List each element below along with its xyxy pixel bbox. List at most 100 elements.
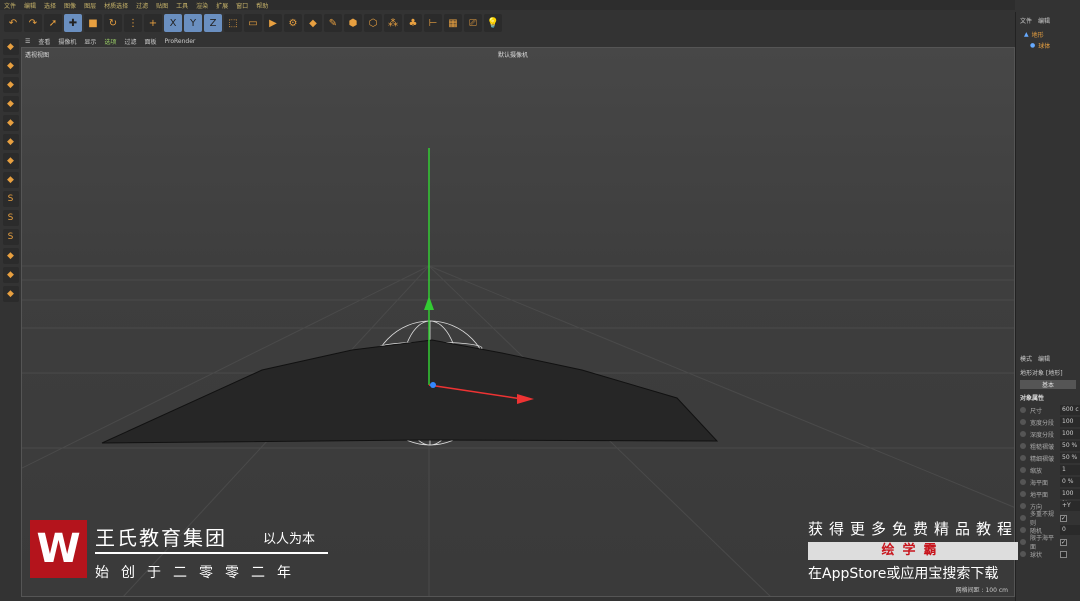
texture-mode-icon[interactable]: ◆ (2, 77, 19, 93)
move-icon[interactable]: ✚ (64, 14, 82, 32)
light-icon[interactable]: 💡 (484, 14, 502, 32)
scene-canvas[interactable] (22, 48, 1015, 597)
animate-dot-icon[interactable] (1020, 455, 1026, 461)
brand-name: 王氏教育集团 (95, 526, 227, 550)
attr-label: 缩放 (1030, 467, 1043, 475)
viewport[interactable]: 透视视图 默认摄像机 网格间距 : 100 cm (21, 47, 1015, 597)
attr-value-input[interactable]: 0 % (1060, 477, 1080, 487)
viewport-menu-item[interactable]: 过滤 (124, 37, 136, 46)
solo-icon[interactable]: S (2, 191, 19, 207)
make-editable-icon[interactable]: ◆ (2, 39, 19, 55)
menu-item[interactable]: 编辑 (24, 1, 36, 10)
live-select-icon[interactable]: ➚ (44, 14, 62, 32)
attr-label: 海平面 (1030, 479, 1049, 487)
attr-checkbox[interactable]: ✓ (1060, 538, 1067, 546)
menu-item[interactable]: 扩展 (216, 1, 228, 10)
animate-dot-icon[interactable] (1020, 503, 1026, 509)
mograph-icon[interactable]: ♣ (404, 14, 422, 32)
viewport-menu-item[interactable]: 摄像机 (58, 37, 76, 46)
scale-icon[interactable]: ■ (84, 14, 102, 32)
object-item-landscape[interactable]: ▲ 地形 (1016, 29, 1080, 40)
attr-row: 尺寸 600 c (1016, 404, 1080, 416)
cube-icon[interactable]: ◆ (304, 14, 322, 32)
animate-dot-icon[interactable] (1020, 491, 1026, 497)
menu-item[interactable]: 选择 (44, 1, 56, 10)
rotate-icon[interactable]: ↻ (104, 14, 122, 32)
array-icon[interactable]: ⬡ (364, 14, 382, 32)
z-axis-icon[interactable]: Z (204, 14, 222, 32)
world-coord-icon[interactable]: ⬚ (224, 14, 242, 32)
menu-edit[interactable]: 编辑 (1038, 354, 1050, 363)
attr-checkbox[interactable]: ✓ (1060, 514, 1067, 522)
polygons-mode-icon[interactable]: ◆ (2, 153, 19, 169)
section-title: 对象属性 (1020, 395, 1045, 402)
workplane-icon[interactable]: ◆ (2, 96, 19, 112)
animate-dot-icon[interactable] (1020, 467, 1026, 473)
animate-dot-icon[interactable] (1020, 419, 1026, 425)
menu-item[interactable]: 渲染 (196, 1, 208, 10)
render-picture-viewer-icon[interactable]: ▶ (264, 14, 282, 32)
animate-dot-icon[interactable] (1020, 431, 1026, 437)
attr-value-input[interactable]: 0 (1060, 525, 1080, 535)
render-settings-icon[interactable]: ⚙ (284, 14, 302, 32)
menu-edit[interactable]: 编辑 (1038, 16, 1050, 25)
brand-since: 始创于二零零二年 (95, 565, 303, 581)
edges-mode-icon[interactable]: ◆ (2, 134, 19, 150)
tweak-icon[interactable]: ◆ (2, 248, 19, 264)
attr-value-input[interactable]: +Y (1060, 501, 1080, 511)
attr-value-input[interactable]: 50 % (1060, 441, 1080, 451)
attr-value-input[interactable]: 100 (1060, 429, 1080, 439)
attr-value-input[interactable]: 600 c (1060, 405, 1080, 415)
menu-item[interactable]: 图像 (64, 1, 76, 10)
attr-row: 粗糙褶皱 50 % (1016, 440, 1080, 452)
x-axis-icon[interactable]: X (164, 14, 182, 32)
object-item-sphere[interactable]: ● 球体 (1016, 40, 1080, 51)
points-mode-icon[interactable]: ◆ (2, 115, 19, 131)
y-axis-icon[interactable]: Y (184, 14, 202, 32)
subdivision-icon[interactable]: ⬢ (344, 14, 362, 32)
undo-icon[interactable]: ↶ (4, 14, 22, 32)
menu-file[interactable]: 文件 (1020, 16, 1032, 25)
attr-value-input[interactable]: 1 (1060, 465, 1080, 475)
axis-icon[interactable]: ◆ (2, 286, 19, 302)
menu-item[interactable]: 图层 (84, 1, 96, 10)
recent-tools-icon[interactable]: ⋮ (124, 14, 142, 32)
render-view-icon[interactable]: ▭ (244, 14, 262, 32)
floor-icon[interactable]: ▦ (444, 14, 462, 32)
add-icon[interactable]: + (144, 14, 162, 32)
viewport-menu-item[interactable]: 选项 (104, 37, 116, 46)
viewport-menu-item[interactable]: 面板 (144, 37, 156, 46)
attr-value-input[interactable]: 50 % (1060, 453, 1080, 463)
viewport-menu-item[interactable]: ProRender (164, 38, 195, 45)
redo-icon[interactable]: ↷ (24, 14, 42, 32)
attr-row: 精细褶皱 50 % (1016, 452, 1080, 464)
menu-item[interactable]: 过滤 (136, 1, 148, 10)
viewport-menu-item[interactable]: 显示 (84, 37, 96, 46)
lock-workplane-icon[interactable]: ◆ (2, 267, 19, 283)
menu-item[interactable]: 材质选择 (104, 1, 128, 10)
deformer-icon[interactable]: ⊢ (424, 14, 442, 32)
attr-value-input[interactable]: 100 % (1060, 489, 1080, 507)
menu-item[interactable]: 文件 (4, 1, 16, 10)
attr-value-input[interactable]: 100 (1060, 417, 1080, 427)
model-mode-icon[interactable]: ◆ (2, 58, 19, 74)
pen-icon[interactable]: ✎ (324, 14, 342, 32)
snap-icon[interactable]: ◆ (2, 172, 19, 188)
menu-item[interactable]: 帮助 (256, 1, 268, 10)
animate-dot-icon[interactable] (1020, 479, 1026, 485)
animate-dot-icon[interactable] (1020, 407, 1026, 413)
object-manager-header: 文件 编辑 (1016, 12, 1080, 29)
menu-item[interactable]: 贴图 (156, 1, 168, 10)
tab-basic[interactable]: 基本 (1020, 380, 1076, 389)
camera-icon[interactable]: ⎚ (464, 14, 482, 32)
cloner-icon[interactable]: ⁂ (384, 14, 402, 32)
attr-checkbox[interactable] (1060, 550, 1067, 558)
hamburger-icon[interactable]: ☰ (25, 38, 30, 45)
solo-off-icon[interactable]: S (2, 229, 19, 245)
menu-item[interactable]: 窗口 (236, 1, 248, 10)
solo-hierarchy-icon[interactable]: S (2, 210, 19, 226)
viewport-menu-item[interactable]: 查看 (38, 37, 50, 46)
menu-mode[interactable]: 模式 (1020, 354, 1032, 363)
animate-dot-icon[interactable] (1020, 443, 1026, 449)
menu-item[interactable]: 工具 (176, 1, 188, 10)
